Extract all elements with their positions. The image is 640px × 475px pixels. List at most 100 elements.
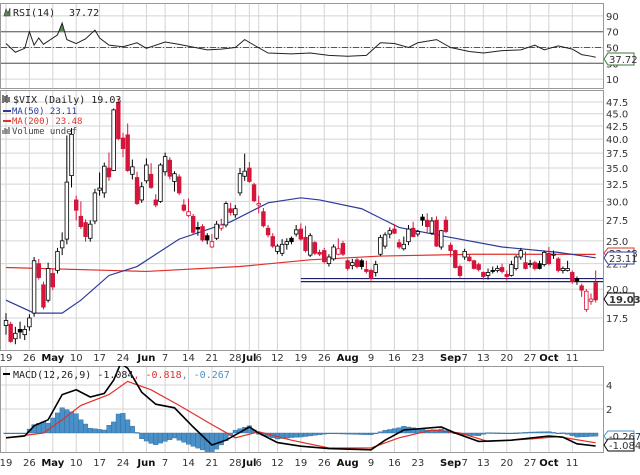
candle-body (307, 235, 313, 256)
candle-body (485, 272, 491, 276)
candle (172, 171, 177, 192)
date-label: 21 (206, 458, 219, 469)
volume-legend: Volume undef (12, 127, 77, 137)
date-label: 24 (117, 353, 130, 364)
macd-histogram-bar (12, 432, 18, 435)
macd-histogram-bar (214, 432, 220, 450)
date-label: Jul (241, 458, 256, 469)
candle (359, 258, 364, 270)
candle (317, 249, 322, 257)
candle (471, 259, 477, 270)
macd-histogram-bar (8, 432, 14, 435)
candle-body (195, 227, 201, 230)
candle-body (111, 109, 116, 171)
macd-histogram-bar (143, 432, 149, 442)
macd-histogram-bar (494, 432, 500, 434)
macd-histogram-bar (307, 432, 313, 437)
date-label: 7 (162, 458, 168, 469)
candle-body (396, 242, 402, 248)
macd-histogram-bar (312, 432, 318, 436)
candle (59, 232, 65, 256)
candle-body (401, 243, 406, 250)
macd-tick-label: 2 (606, 405, 612, 416)
date-label: 19 (0, 353, 12, 364)
candle (537, 260, 542, 270)
candle (158, 163, 163, 203)
date-label: 11 (566, 353, 579, 364)
candle-body (181, 204, 187, 211)
candle-body (336, 248, 341, 255)
candle (106, 152, 112, 181)
price-tick-label: 45.0 (606, 110, 628, 121)
macd-histogram-bar (476, 432, 482, 436)
macd-histogram-bar (391, 428, 397, 434)
candle (223, 201, 229, 228)
candle (228, 202, 233, 216)
macd-histogram-bar (490, 432, 496, 434)
date-label: 19 (294, 458, 307, 469)
candle (190, 214, 196, 235)
date-label: 10 (70, 458, 83, 469)
date-label: 6 (256, 458, 262, 469)
candle-body (527, 263, 533, 266)
candle (237, 168, 243, 196)
rsi-tick-label: 70 (606, 28, 619, 39)
date-label: Oct (539, 353, 558, 364)
macd-histogram-bar (429, 430, 435, 434)
candle (382, 232, 388, 249)
macd-histogram-bar (546, 431, 552, 434)
date-label: 12 (271, 353, 284, 364)
macd-histogram-bar (527, 431, 533, 434)
candle-body (148, 173, 154, 188)
candle-body (172, 173, 177, 182)
candle-body (265, 227, 271, 236)
macd-histogram-bar (115, 413, 121, 434)
macd-histogram-bar (504, 432, 510, 435)
macd-histogram-bar (532, 431, 538, 434)
candle-body (331, 246, 336, 260)
candle (125, 123, 130, 172)
candle-body (326, 256, 332, 265)
macd-histogram-bar (518, 432, 524, 434)
candle-body (443, 219, 449, 232)
date-label: 14 (182, 458, 195, 469)
macd-histogram-bar (560, 432, 566, 434)
macd-legend: MACD(12,26,9) -1.084, -0.818, -0.267 (3, 370, 230, 381)
macd-histogram-bar (583, 432, 589, 437)
candle-body (368, 270, 374, 279)
candle (144, 158, 149, 184)
candle-body (261, 211, 266, 227)
candle (83, 219, 88, 242)
price-tick-label: 35.0 (606, 164, 628, 175)
candle (153, 194, 158, 208)
rsi-title: RSI(14) (13, 8, 55, 19)
candle-body (570, 272, 575, 283)
candle (200, 224, 205, 242)
price-plot (3, 98, 603, 345)
candle (289, 236, 294, 245)
candle-body (251, 184, 257, 202)
price-tick-label: 37.5 (606, 149, 628, 160)
candle-body (471, 260, 477, 269)
candle (78, 201, 84, 230)
candle (364, 260, 369, 274)
candle-body (453, 250, 458, 268)
candle-body (31, 260, 37, 314)
candle-body (467, 256, 472, 262)
macd-histogram-bar (87, 428, 93, 434)
macd-histogram-bar (485, 432, 491, 434)
candle (467, 254, 472, 262)
candle (134, 171, 140, 206)
candle (176, 174, 182, 196)
date-label: 27 (524, 458, 537, 469)
candle-body (499, 267, 505, 272)
macd-histogram-bar (541, 431, 547, 434)
svg-text:MACD(12,26,9) -1.084, -0.818,: MACD(12,26,9) -1.084, -0.818, -0.267 (13, 370, 230, 381)
date-label: 7 (461, 353, 467, 364)
candle-body (22, 329, 27, 336)
date-label: 13 (477, 458, 490, 469)
date-label: 27 (524, 353, 537, 364)
candle (443, 216, 449, 234)
candle (420, 214, 425, 226)
price-tick-label: 30.0 (606, 197, 628, 208)
